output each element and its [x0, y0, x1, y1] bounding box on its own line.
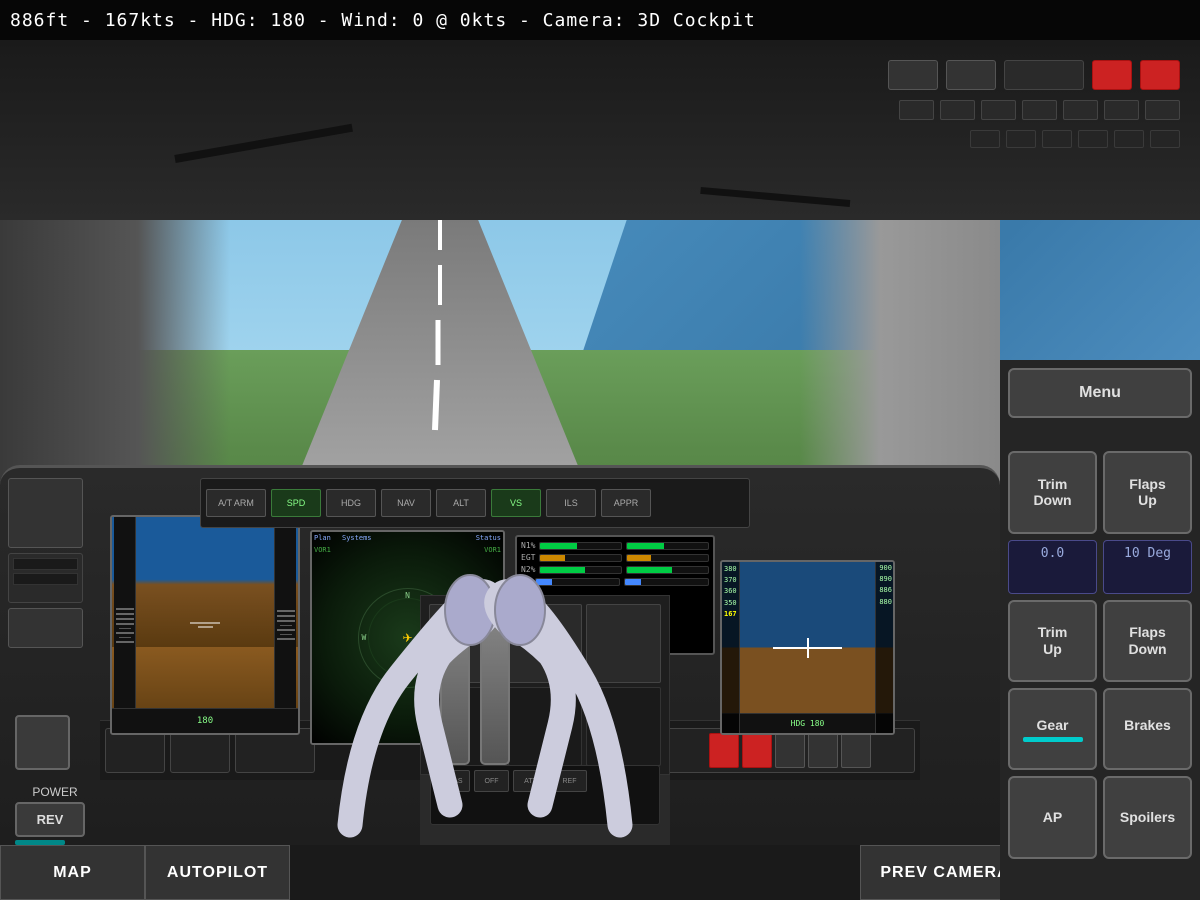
autopilot-panel: A/T ARM SPD HDG NAV ALT VS ILS APPR [200, 478, 750, 528]
secondary-display: HDG 180 380370360350167 900890886880 [720, 560, 895, 735]
menu-button[interactable]: Menu [1008, 368, 1192, 418]
rev-btn[interactable]: REV [15, 802, 85, 837]
power-button[interactable] [15, 715, 70, 770]
gear-led [1023, 737, 1083, 742]
map-button[interactable]: MAP [0, 845, 145, 900]
side-buttons-panel: Menu Trim Down Flaps Up 0.0 10 Deg Trim … [1000, 360, 1200, 900]
ceiling-panel [0, 40, 1200, 220]
power-area: POWER REV [15, 785, 95, 845]
gear-button[interactable]: Gear [1008, 688, 1097, 770]
trim-value-display: 0.0 [1008, 540, 1097, 594]
bottom-spacer [290, 845, 860, 900]
brakes-button[interactable]: Brakes [1103, 688, 1192, 770]
autopilot-button[interactable]: AUTOPILOT [145, 845, 290, 900]
trim-down-button[interactable]: Trim Down [1008, 451, 1097, 533]
hud-bar: 886ft - 167kts - HDG: 180 - Wind: 0 @ 0k… [0, 0, 1200, 40]
hud-text: 886ft - 167kts - HDG: 180 - Wind: 0 @ 0k… [10, 10, 756, 31]
brakes-led [1118, 737, 1178, 742]
ap-button[interactable]: AP [1008, 776, 1097, 858]
flaps-value-display: 10 Deg [1103, 540, 1192, 594]
pfd-display: 180 [110, 515, 300, 735]
spoilers-button[interactable]: Spoilers [1103, 776, 1192, 858]
flaps-down-button[interactable]: Flaps Down [1103, 600, 1192, 682]
trim-up-button[interactable]: Trim Up [1008, 600, 1097, 682]
power-label: POWER [15, 785, 95, 799]
flaps-up-button[interactable]: Flaps Up [1103, 451, 1192, 533]
center-pedestal: MCAS OFF ATT REF [420, 595, 670, 845]
